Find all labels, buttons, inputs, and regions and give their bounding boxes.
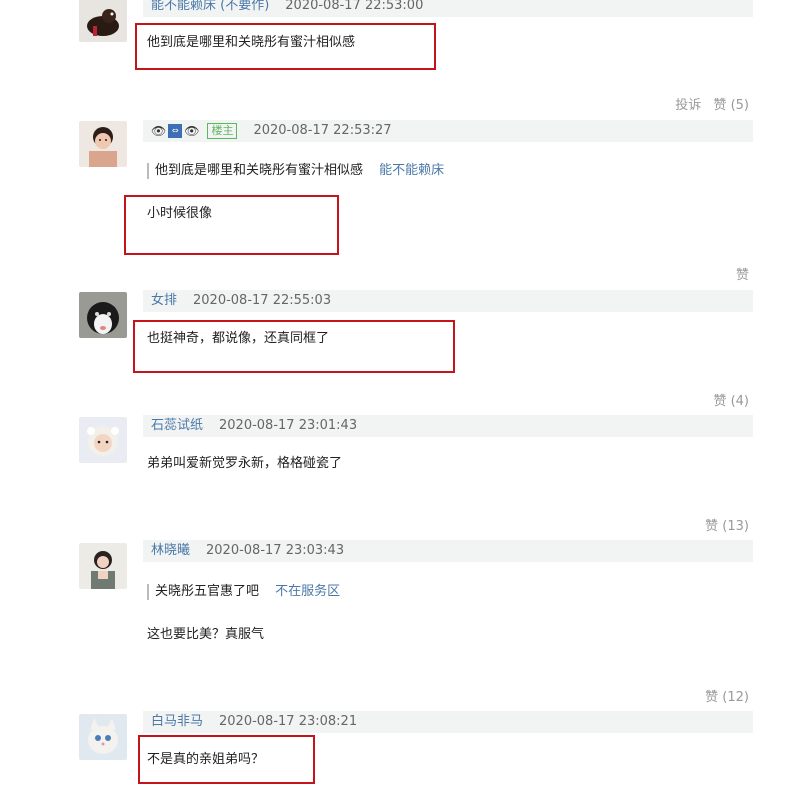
eye-icon: 👁 (151, 124, 167, 138)
username[interactable]: 女排 (151, 290, 177, 312)
avatar[interactable] (79, 292, 127, 338)
report-button[interactable]: 投诉 (675, 98, 701, 113)
comment-meta: 白马非马 2020-08-17 23:08:21 (143, 711, 753, 733)
comment-actions: 投诉 赞 (5) (675, 94, 749, 113)
comment-meta: 林晓曦 2020-08-17 23:03:43 (143, 540, 753, 562)
ab-icon: ⇔ GO (168, 124, 183, 149)
username[interactable]: 石蕊试纸 (151, 415, 203, 437)
timestamp: 2020-08-17 22:53:27 (253, 123, 392, 138)
comment-actions: 赞 (12) (705, 686, 749, 705)
highlight-box (138, 735, 315, 784)
avatar[interactable] (79, 417, 127, 463)
quote: 关晓彤五官惠了吧 不在服务区 (147, 584, 340, 600)
comment-actions: 赞 (13) (705, 515, 749, 534)
quote: 他到底是哪里和关晓彤有蜜汁相似感 能不能赖床 (147, 163, 444, 179)
like-button[interactable]: 赞 (4) (713, 394, 749, 409)
quote-user[interactable]: 能不能赖床 (379, 163, 444, 178)
like-button[interactable]: 赞 (13) (705, 519, 749, 534)
username[interactable]: 白马非马 (151, 711, 203, 733)
highlight-box (133, 320, 455, 373)
comment-actions: 赞 (736, 264, 749, 283)
avatar[interactable] (79, 543, 127, 589)
quote-text: 关晓彤五官惠了吧 (155, 584, 260, 599)
highlight-box (135, 23, 436, 70)
quote-user[interactable]: 不在服务区 (275, 584, 340, 599)
avatar[interactable] (79, 0, 127, 42)
timestamp: 2020-08-17 22:53:00 (285, 0, 424, 13)
timestamp: 2020-08-17 22:55:03 (193, 293, 332, 308)
avatar[interactable] (79, 121, 127, 167)
quote-text: 他到底是哪里和关晓彤有蜜汁相似感 (155, 163, 364, 178)
comment-text: 弟弟叫爱新觉罗永新，格格碰瓷了 (147, 456, 343, 471)
comment-text: 这也要比美？真服气 (147, 627, 265, 642)
eye-icon: 👁 (184, 124, 200, 138)
like-button[interactable]: 赞 (5) (713, 98, 749, 113)
like-button[interactable]: 赞 (736, 268, 749, 283)
comment-meta: 石蕊试纸 2020-08-17 23:01:43 (143, 415, 753, 437)
timestamp: 2020-08-17 23:08:21 (219, 714, 358, 729)
timestamp: 2020-08-17 23:01:43 (219, 418, 358, 433)
avatar[interactable] (79, 714, 127, 760)
highlight-box (124, 195, 339, 255)
username[interactable]: 林晓曦 (151, 540, 190, 562)
timestamp: 2020-08-17 23:03:43 (206, 543, 345, 558)
comment-meta: 女排 2020-08-17 22:55:03 (143, 290, 753, 312)
op-badge: 楼主 (207, 123, 238, 139)
like-button[interactable]: 赞 (12) (705, 690, 749, 705)
comment-actions: 赞 (4) (713, 390, 749, 409)
comment-meta: 👁 ⇔ GO 👁 楼主 2020-08-17 22:53:27 (143, 120, 753, 149)
comment-meta: 能不能赖床 (不要作) 2020-08-17 22:53:00 (143, 0, 753, 17)
username[interactable]: 能不能赖床 (不要作) (151, 0, 269, 17)
